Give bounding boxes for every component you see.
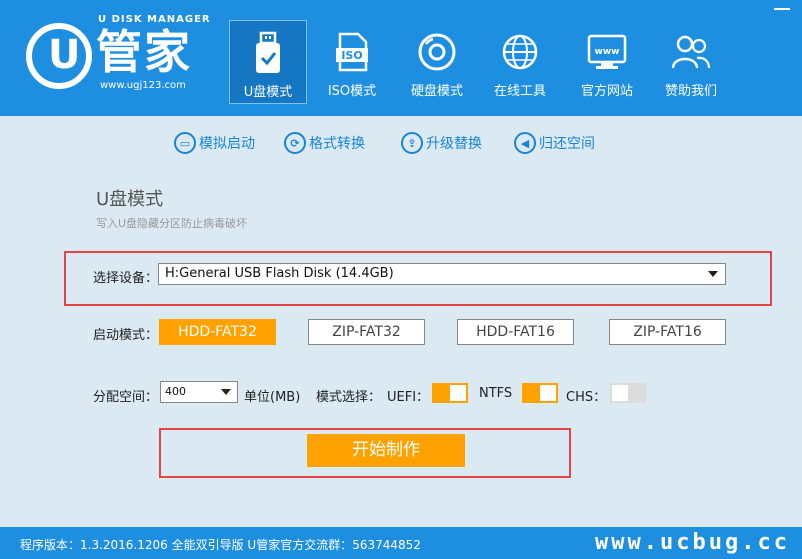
mode-subtitle: 写入U盘隐藏分区防止病毒破坏 xyxy=(96,217,248,230)
device-select-value: H:General USB Flash Disk (14.4GB) xyxy=(165,266,394,281)
app-window: U U DISK MANAGER 管家 www.ugj123.com U盘模式 … xyxy=(0,0,802,559)
usb-drive-icon xyxy=(256,31,280,73)
partition-size-value: 400 xyxy=(165,385,186,398)
nav-usb-label: U盘模式 xyxy=(243,85,293,100)
device-label: 选择设备： xyxy=(93,271,159,286)
website-icon: www xyxy=(587,34,627,69)
nav-disk-mode[interactable]: 硬盘模式 xyxy=(398,20,476,104)
minimize-icon xyxy=(774,8,790,10)
chevron-down-icon xyxy=(708,271,718,277)
tool-upgrade-replace[interactable]: ⇪ 升级替换 xyxy=(401,129,482,157)
mode-select-label: 模式选择： xyxy=(316,390,382,405)
boot-mode-label: 启动模式： xyxy=(93,328,159,343)
uefi-label: UEFI： xyxy=(387,390,430,405)
unit-label: 单位(MB) xyxy=(244,390,301,405)
logo-url: www.ugj123.com xyxy=(100,80,186,91)
partition-size-select[interactable]: 400 xyxy=(160,381,238,403)
boot-option-hdd-fat32[interactable]: HDD-FAT32 xyxy=(159,319,276,345)
return-icon: ◀ xyxy=(514,132,536,154)
tool-simulate-boot[interactable]: ▭ 模拟启动 xyxy=(174,129,255,157)
chevron-down-icon xyxy=(221,389,231,395)
svg-text:ISO: ISO xyxy=(341,49,362,62)
nav-online-label: 在线工具 xyxy=(493,84,546,99)
nav-iso-mode[interactable]: ISO ISO模式 xyxy=(313,20,391,104)
boot-option-hdd-fat16[interactable]: HDD-FAT16 xyxy=(457,319,574,345)
ntfs-toggle[interactable] xyxy=(522,383,558,403)
upgrade-icon: ⇪ xyxy=(401,132,423,154)
chs-label: CHS： xyxy=(566,390,607,405)
people-icon xyxy=(671,35,711,69)
boot-option-zip-fat16[interactable]: ZIP-FAT16 xyxy=(609,319,726,345)
tool-format-convert[interactable]: ⟳ 格式转换 xyxy=(284,129,365,157)
nav-official-site[interactable]: www 官方网站 xyxy=(568,20,646,104)
ntfs-label: NTFS xyxy=(479,386,513,401)
version-info: 程序版本：1.3.2016.1206 全能双引导版 U管家官方交流群：56374… xyxy=(20,538,421,552)
nav-disk-label: 硬盘模式 xyxy=(410,84,463,99)
nav-online-tools[interactable]: 在线工具 xyxy=(481,20,559,104)
logo-u-icon: U xyxy=(48,32,81,78)
device-select[interactable]: H:General USB Flash Disk (14.4GB) xyxy=(158,263,726,285)
toggle-knob xyxy=(612,385,628,401)
start-button[interactable]: 开始制作 xyxy=(307,434,465,467)
nav-sponsor-label: 赞助我们 xyxy=(664,84,717,99)
logo-badge: U xyxy=(26,23,92,89)
globe-icon xyxy=(502,34,538,70)
minimize-button[interactable] xyxy=(774,8,790,12)
tool-format-label: 格式转换 xyxy=(309,136,365,152)
header-bar: U U DISK MANAGER 管家 www.ugj123.com U盘模式 … xyxy=(0,0,802,116)
nav-sponsor-us[interactable]: 赞助我们 xyxy=(652,20,730,104)
partition-size-label: 分配空间： xyxy=(93,390,159,405)
nav-site-label: 官方网站 xyxy=(580,84,633,99)
tool-simulate-label: 模拟启动 xyxy=(199,136,255,152)
tool-upgrade-label: 升级替换 xyxy=(426,136,482,152)
tool-restore-space[interactable]: ◀ 归还空间 xyxy=(514,129,595,157)
uefi-toggle[interactable] xyxy=(432,383,468,403)
toggle-knob xyxy=(540,385,556,401)
refresh-icon: ⟳ xyxy=(284,132,306,154)
boot-option-zip-fat32[interactable]: ZIP-FAT32 xyxy=(308,319,425,345)
nav-usb-mode[interactable]: U盘模式 xyxy=(229,20,307,104)
watermark: www.ucbug.cc xyxy=(595,530,790,555)
svg-text:www: www xyxy=(595,47,620,57)
logo-brand-cn: 管家 xyxy=(96,25,192,79)
mode-title: U盘模式 xyxy=(96,189,164,210)
tool-restore-label: 归还空间 xyxy=(539,136,595,152)
footer-bar: 程序版本：1.3.2016.1206 全能双引导版 U管家官方交流群：56374… xyxy=(0,527,802,559)
chs-toggle[interactable] xyxy=(610,383,646,403)
iso-file-icon: ISO xyxy=(336,32,368,72)
disc-icon xyxy=(418,33,456,71)
nav-iso-label: ISO模式 xyxy=(327,84,377,99)
toggle-knob xyxy=(450,385,466,401)
logo-brand-en: U DISK MANAGER xyxy=(98,14,211,25)
monitor-icon: ▭ xyxy=(174,132,196,154)
